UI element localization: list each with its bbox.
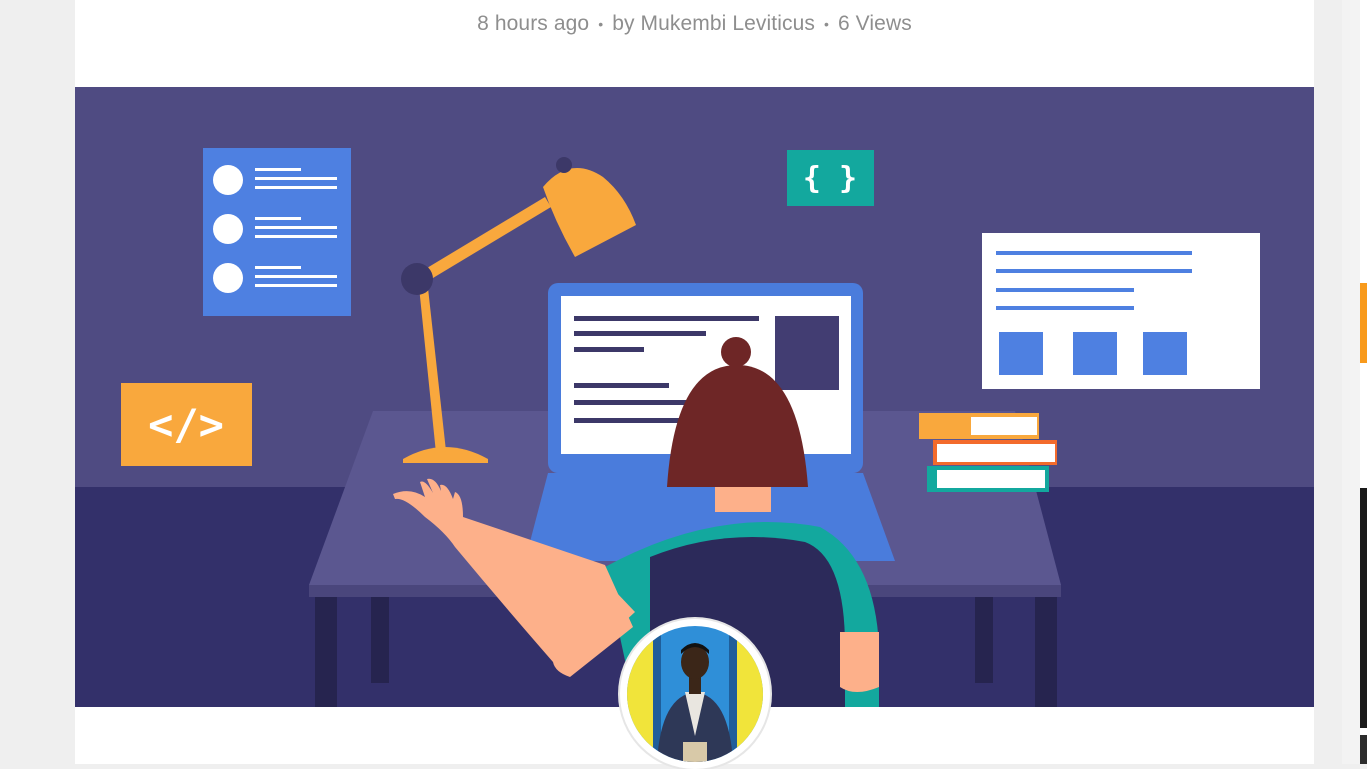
books-graphic	[919, 413, 1057, 492]
post-views: 6 Views	[837, 12, 912, 35]
post-time: 8 hours ago	[477, 12, 590, 35]
code-tag-label: </>	[148, 400, 224, 449]
author-avatar[interactable]	[620, 619, 770, 769]
meta-separator: •	[598, 16, 604, 32]
post-card: 8 hours ago • by Mukembi Leviticus • 6 V…	[75, 0, 1314, 769]
featured-image[interactable]: { } </>	[75, 87, 1314, 707]
braces-card-graphic: { }	[787, 150, 874, 206]
developer-illustration: { } </>	[75, 87, 1314, 707]
code-tag-card-graphic: </>	[121, 383, 252, 466]
meta-separator: •	[823, 16, 829, 32]
braces-label: { }	[803, 161, 857, 196]
post-author-link[interactable]: by Mukembi Leviticus	[612, 12, 815, 36]
adjacent-panel-accent	[1360, 283, 1367, 363]
list-card-graphic	[203, 148, 351, 316]
document-graphic	[982, 233, 1260, 389]
author-photo	[627, 626, 763, 762]
post-meta: 8 hours ago • by Mukembi Leviticus • 6 V…	[75, 8, 1314, 40]
adjacent-panel-image	[1360, 488, 1367, 728]
page-scrollbar[interactable]	[1342, 0, 1360, 764]
adjacent-panel-image	[1360, 735, 1367, 764]
